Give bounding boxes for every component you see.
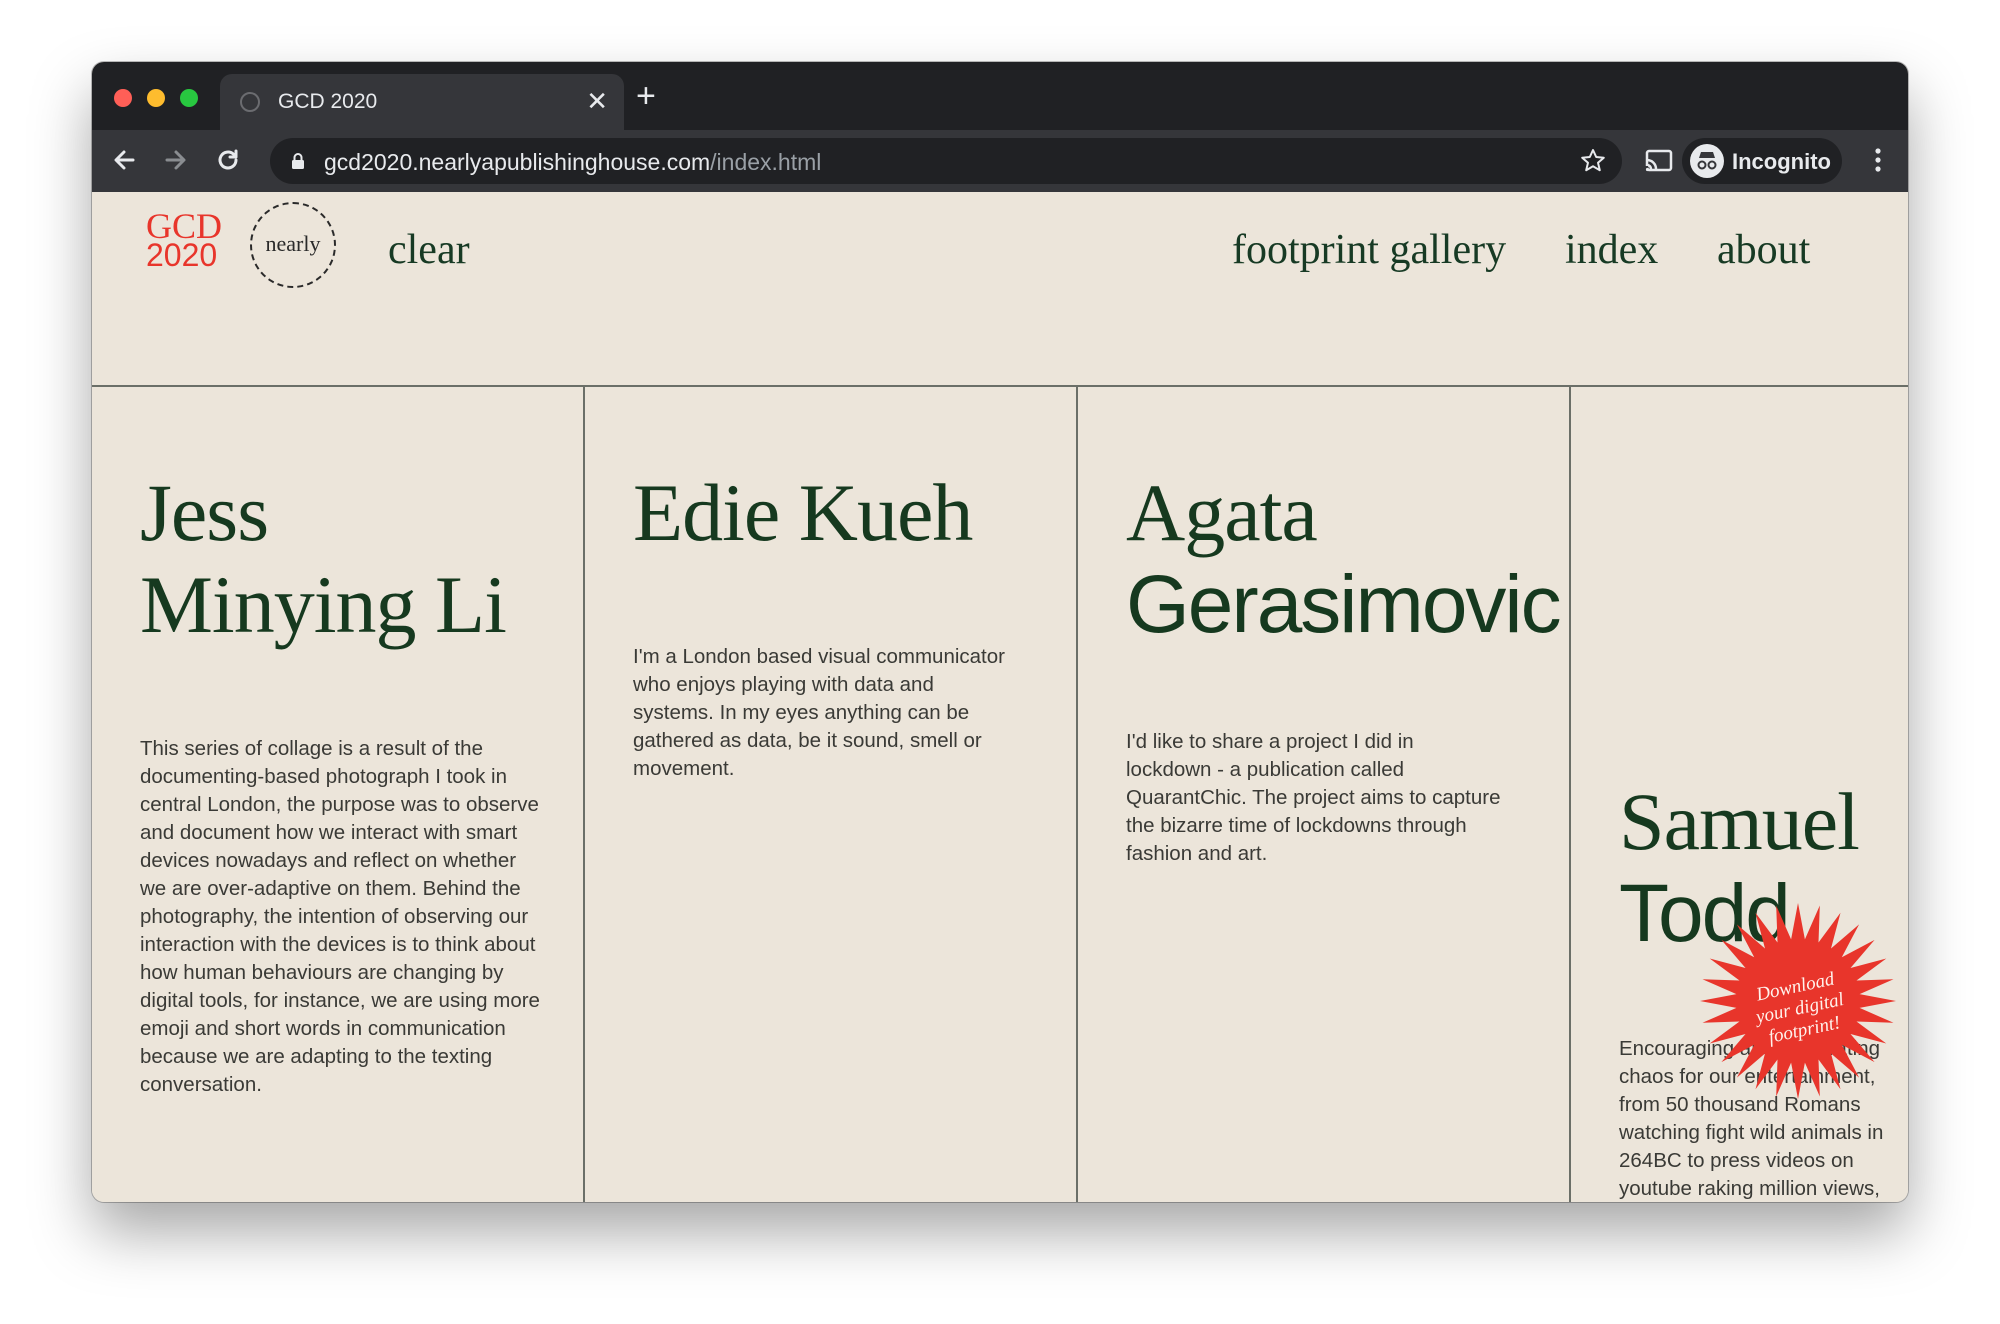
url-host: gcd2020.nearlyapublishinghouse.com: [324, 149, 711, 175]
browser-window: GCD 2020 ✕ + gcd2020.nearlyapublishingho…: [92, 62, 1908, 1202]
address-bar[interactable]: gcd2020.nearlyapublishinghouse.com/index…: [270, 138, 1622, 184]
gcd-logo[interactable]: GCD 2020: [146, 208, 222, 273]
new-tab-button[interactable]: +: [636, 76, 656, 116]
tab-active[interactable]: GCD 2020 ✕: [220, 74, 624, 130]
tab-title: GCD 2020: [278, 90, 378, 113]
name-line-1: Jess: [140, 467, 269, 558]
contributor-columns: Jess Minying Li This series of collage i…: [92, 387, 1908, 1202]
contributor-card[interactable]: Edie Kueh I'm a London based visual comm…: [585, 387, 1078, 1202]
contributor-bio: I'm a London based visual communicator w…: [633, 645, 1005, 780]
contributor-card[interactable]: Agata Gerasimovic I'd like to share a pr…: [1078, 387, 1571, 1202]
maximize-window-button[interactable]: [180, 89, 198, 107]
name-line-2: Minying Li: [140, 559, 507, 650]
reload-icon[interactable]: [210, 142, 246, 178]
nearly-badge-logo[interactable]: nearly: [250, 202, 336, 288]
logo-line-2: 2020: [146, 237, 218, 273]
back-arrow-icon[interactable]: [106, 142, 142, 178]
contributor-name: Jess Minying Li: [140, 467, 507, 651]
nav-index-link[interactable]: index: [1565, 226, 1658, 274]
lock-icon: [292, 153, 304, 169]
cast-icon[interactable]: [1642, 144, 1676, 178]
contributor-card[interactable]: Jess Minying Li This series of collage i…: [92, 387, 585, 1202]
incognito-icon: [1690, 144, 1724, 178]
nav-clear-link[interactable]: clear: [388, 226, 470, 274]
url-text: gcd2020.nearlyapublishinghouse.com/index…: [324, 149, 821, 176]
favicon-icon: [240, 92, 260, 112]
bookmark-star-icon[interactable]: [1578, 146, 1608, 176]
web-page: GCD 2020 nearly clear footprint gallery …: [92, 192, 1908, 1202]
browser-toolbar: gcd2020.nearlyapublishinghouse.com/index…: [92, 130, 1908, 192]
contributor-name: Edie Kueh: [633, 467, 973, 559]
contributor-bio: This series of collage is a result of th…: [140, 737, 540, 1096]
name-line-2: Gerasimovic: [1126, 559, 1562, 650]
tab-bar: GCD 2020 ✕ +: [92, 62, 1908, 130]
badge-text: nearly: [265, 231, 321, 256]
minimize-window-button[interactable]: [147, 89, 165, 107]
name-line-1: Samuel: [1619, 776, 1860, 867]
nav-about-link[interactable]: about: [1717, 226, 1810, 274]
name-line-1: Edie Kueh: [633, 467, 973, 558]
contributor-bio: I'd like to share a project I did in loc…: [1126, 730, 1501, 865]
incognito-profile-button[interactable]: Incognito: [1682, 138, 1842, 184]
url-path: /index.html: [710, 149, 822, 175]
tab-close-icon[interactable]: ✕: [586, 86, 608, 116]
contributor-name: Agata Gerasimovic: [1126, 467, 1562, 651]
nav-footprint-gallery-link[interactable]: footprint gallery: [1232, 226, 1506, 274]
more-menu-icon[interactable]: [1860, 142, 1896, 178]
close-window-button[interactable]: [114, 89, 132, 107]
incognito-label: Incognito: [1732, 149, 1831, 174]
forward-arrow-icon[interactable]: [158, 142, 194, 178]
name-line-1: Agata: [1126, 467, 1318, 558]
site-header: GCD 2020 nearly clear footprint gallery …: [92, 192, 1908, 387]
